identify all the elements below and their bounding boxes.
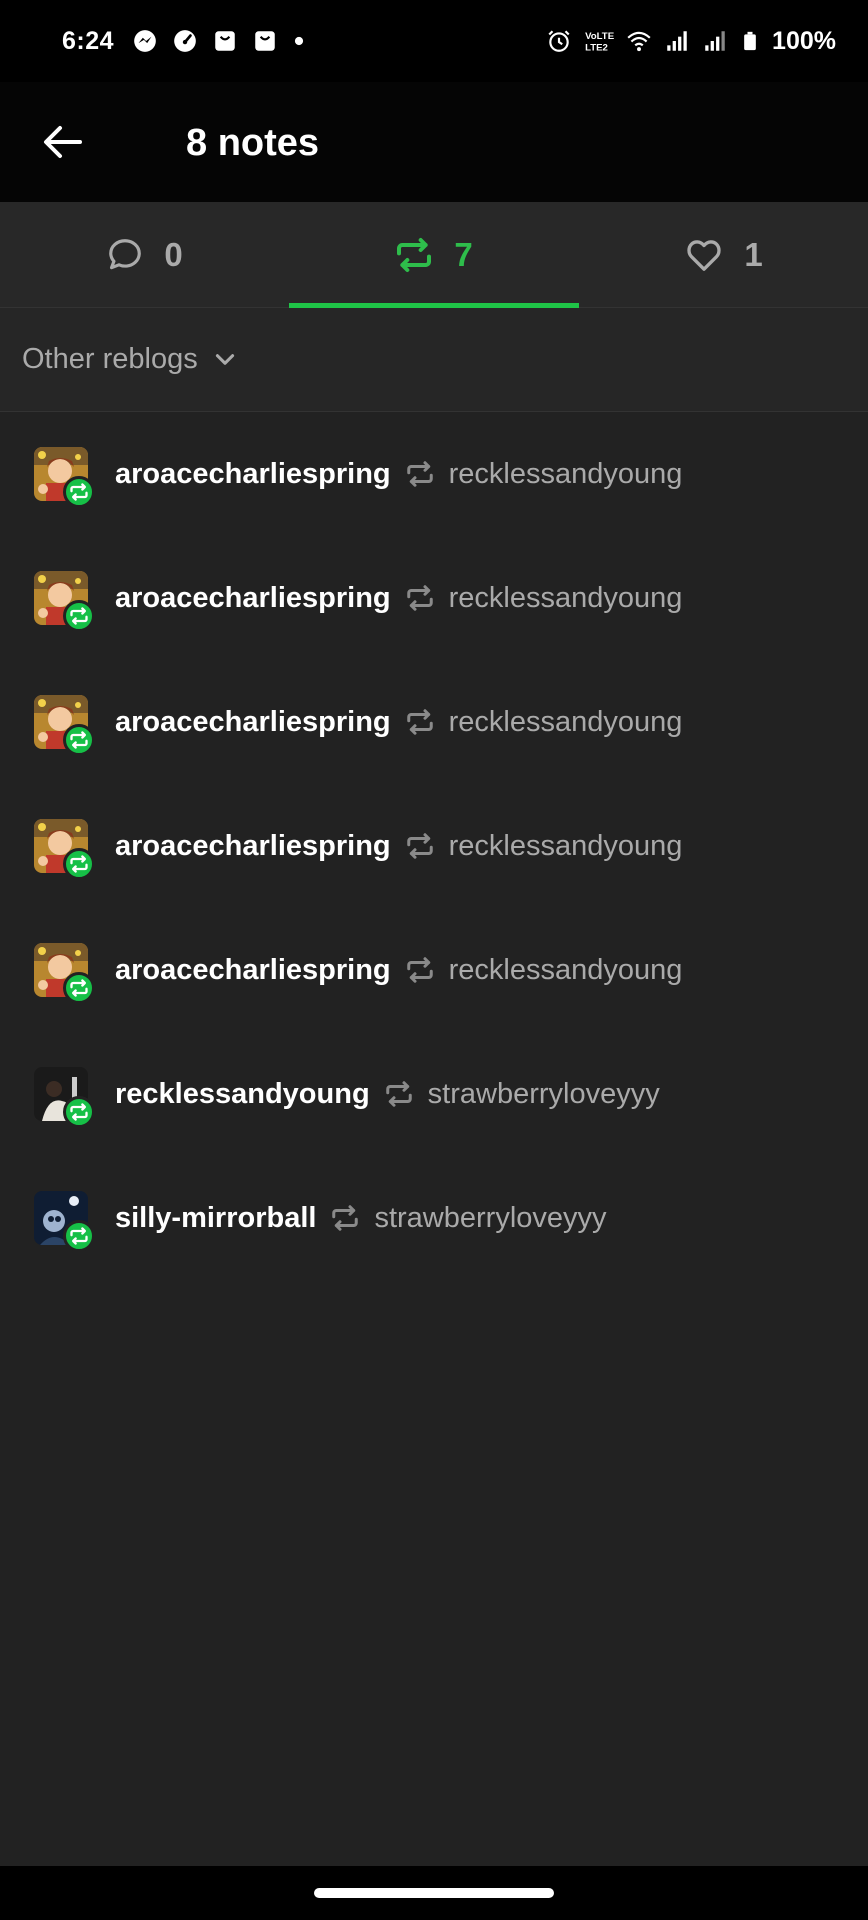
reblog-list: aroacecharliespring recklessandyoung aroac… xyxy=(0,412,868,1280)
reblog-text: aroacecharliespring recklessandyoung xyxy=(115,412,682,536)
source-blog-name[interactable]: recklessandyoung xyxy=(449,706,683,739)
avatar[interactable] xyxy=(34,695,95,756)
avatar[interactable] xyxy=(34,819,95,880)
reblog-icon xyxy=(406,957,433,983)
reblog-row[interactable]: aroacecharliespring recklessandyoung xyxy=(0,660,868,784)
reblog-icon xyxy=(397,238,432,272)
reblog-icon xyxy=(406,709,433,735)
signal-icon xyxy=(667,31,687,51)
reblog-text: aroacecharliespring recklessandyoung xyxy=(115,908,682,1032)
dot-icon xyxy=(294,36,304,46)
status-bar: 6:24 VoLTE LTE2 100% xyxy=(0,0,868,82)
reblog-row[interactable]: aroacecharliespring recklessandyoung xyxy=(0,908,868,1032)
signal-icon xyxy=(705,31,725,51)
reblog-badge xyxy=(63,724,95,756)
reblog-icon xyxy=(406,461,433,487)
reblog-badge xyxy=(63,600,95,632)
reblog-text: aroacecharliespring recklessandyoung xyxy=(115,660,682,784)
reblog-icon xyxy=(332,1205,359,1231)
source-blog-name[interactable]: recklessandyoung xyxy=(449,582,683,615)
reblog-row[interactable]: recklessandyoung strawberryloveyyy xyxy=(0,1032,868,1156)
source-blog-name[interactable]: strawberryloveyyy xyxy=(428,1078,660,1111)
tab-likes-count: 1 xyxy=(744,236,763,273)
system-nav-bar xyxy=(0,1866,868,1920)
tab-reblogs[interactable]: 7 xyxy=(289,202,578,308)
home-indicator[interactable] xyxy=(314,1888,554,1898)
reblog-row[interactable]: aroacecharliespring recklessandyoung xyxy=(0,412,868,536)
avatar[interactable] xyxy=(34,571,95,632)
battery-percent: 100% xyxy=(772,26,836,55)
reblog-badge xyxy=(63,476,95,508)
notes-tab-bar: 0 7 1 xyxy=(0,202,868,308)
reblog-badge xyxy=(63,972,95,1004)
reblog-badge-icon xyxy=(70,607,88,625)
alarm-icon xyxy=(548,30,570,52)
reblog-text: aroacecharliespring recklessandyoung xyxy=(115,536,682,660)
tab-reblogs-count: 7 xyxy=(454,236,473,273)
back-button[interactable] xyxy=(36,118,88,166)
avatar[interactable] xyxy=(34,1191,95,1252)
tab-replies[interactable]: 0 xyxy=(0,202,289,308)
messenger-icon xyxy=(134,30,156,52)
tab-likes[interactable]: 1 xyxy=(579,202,868,308)
reblog-badge-icon xyxy=(70,979,88,997)
status-time: 6:24 xyxy=(62,26,115,55)
avatar[interactable] xyxy=(34,943,95,1004)
wifi-icon xyxy=(627,31,651,52)
reblog-badge-icon xyxy=(70,483,88,501)
system-icons: VoLTE LTE2 100% xyxy=(546,27,836,56)
reblog-text: recklessandyoung strawberryloveyyy xyxy=(115,1032,660,1156)
battery-icon xyxy=(744,31,756,51)
reblog-badge-icon xyxy=(70,731,88,749)
speedometer-icon xyxy=(174,30,196,52)
reblog-icon xyxy=(385,1081,412,1107)
filter-label: Other reblogs xyxy=(22,343,198,375)
tab-replies-count: 0 xyxy=(164,236,183,273)
notes-screen: 6:24 VoLTE LTE2 100% 8 notes 0 7 1 Other… xyxy=(0,0,868,1920)
reblog-badge-icon xyxy=(70,1227,88,1245)
reblog-badge xyxy=(63,1096,95,1128)
heart-icon xyxy=(687,240,721,271)
source-blog-name[interactable]: recklessandyoung xyxy=(449,458,683,491)
back-arrow-icon xyxy=(44,126,82,158)
reblog-icon xyxy=(406,585,433,611)
reblog-text: silly-mirrorball strawberryloveyyy xyxy=(115,1156,607,1280)
reblog-badge-icon xyxy=(70,855,88,873)
page-title: 8 notes xyxy=(186,122,320,164)
svg-text:VoLTE: VoLTE xyxy=(585,31,614,42)
app-header: 8 notes xyxy=(0,82,868,202)
comment-icon xyxy=(109,239,142,270)
source-blog-name[interactable]: strawberryloveyyy xyxy=(374,1202,606,1235)
reblogger-name[interactable]: recklessandyoung xyxy=(115,1078,370,1111)
avatar[interactable] xyxy=(34,447,95,508)
reblogger-name[interactable]: aroacecharliespring xyxy=(115,458,391,491)
reblog-row[interactable]: silly-mirrorball strawberryloveyyy xyxy=(0,1156,868,1280)
svg-text:LTE2: LTE2 xyxy=(585,43,608,54)
avatar[interactable] xyxy=(34,1067,95,1128)
reblogger-name[interactable]: aroacecharliespring xyxy=(115,830,391,863)
shopping-bag-icon xyxy=(255,31,275,51)
source-blog-name[interactable]: recklessandyoung xyxy=(449,954,683,987)
reblogger-name[interactable]: aroacecharliespring xyxy=(115,582,391,615)
reblog-icon xyxy=(406,833,433,859)
reblogger-name[interactable]: silly-mirrorball xyxy=(115,1202,316,1235)
shopping-bag-icon xyxy=(215,31,235,51)
reblog-badge xyxy=(63,848,95,880)
reblogger-name[interactable]: aroacecharliespring xyxy=(115,706,391,739)
reblog-row[interactable]: aroacecharliespring recklessandyoung xyxy=(0,536,868,660)
notification-icons xyxy=(132,28,306,54)
chevron-down-icon xyxy=(215,353,234,365)
filter-dropdown[interactable]: Other reblogs xyxy=(0,308,868,412)
reblog-badge-icon xyxy=(70,1103,88,1121)
source-blog-name[interactable]: recklessandyoung xyxy=(449,830,683,863)
reblog-badge xyxy=(63,1220,95,1252)
reblog-row[interactable]: aroacecharliespring recklessandyoung xyxy=(0,784,868,908)
reblogger-name[interactable]: aroacecharliespring xyxy=(115,954,391,987)
volte-icon: VoLTE LTE2 xyxy=(585,31,614,54)
reblog-text: aroacecharliespring recklessandyoung xyxy=(115,784,682,908)
